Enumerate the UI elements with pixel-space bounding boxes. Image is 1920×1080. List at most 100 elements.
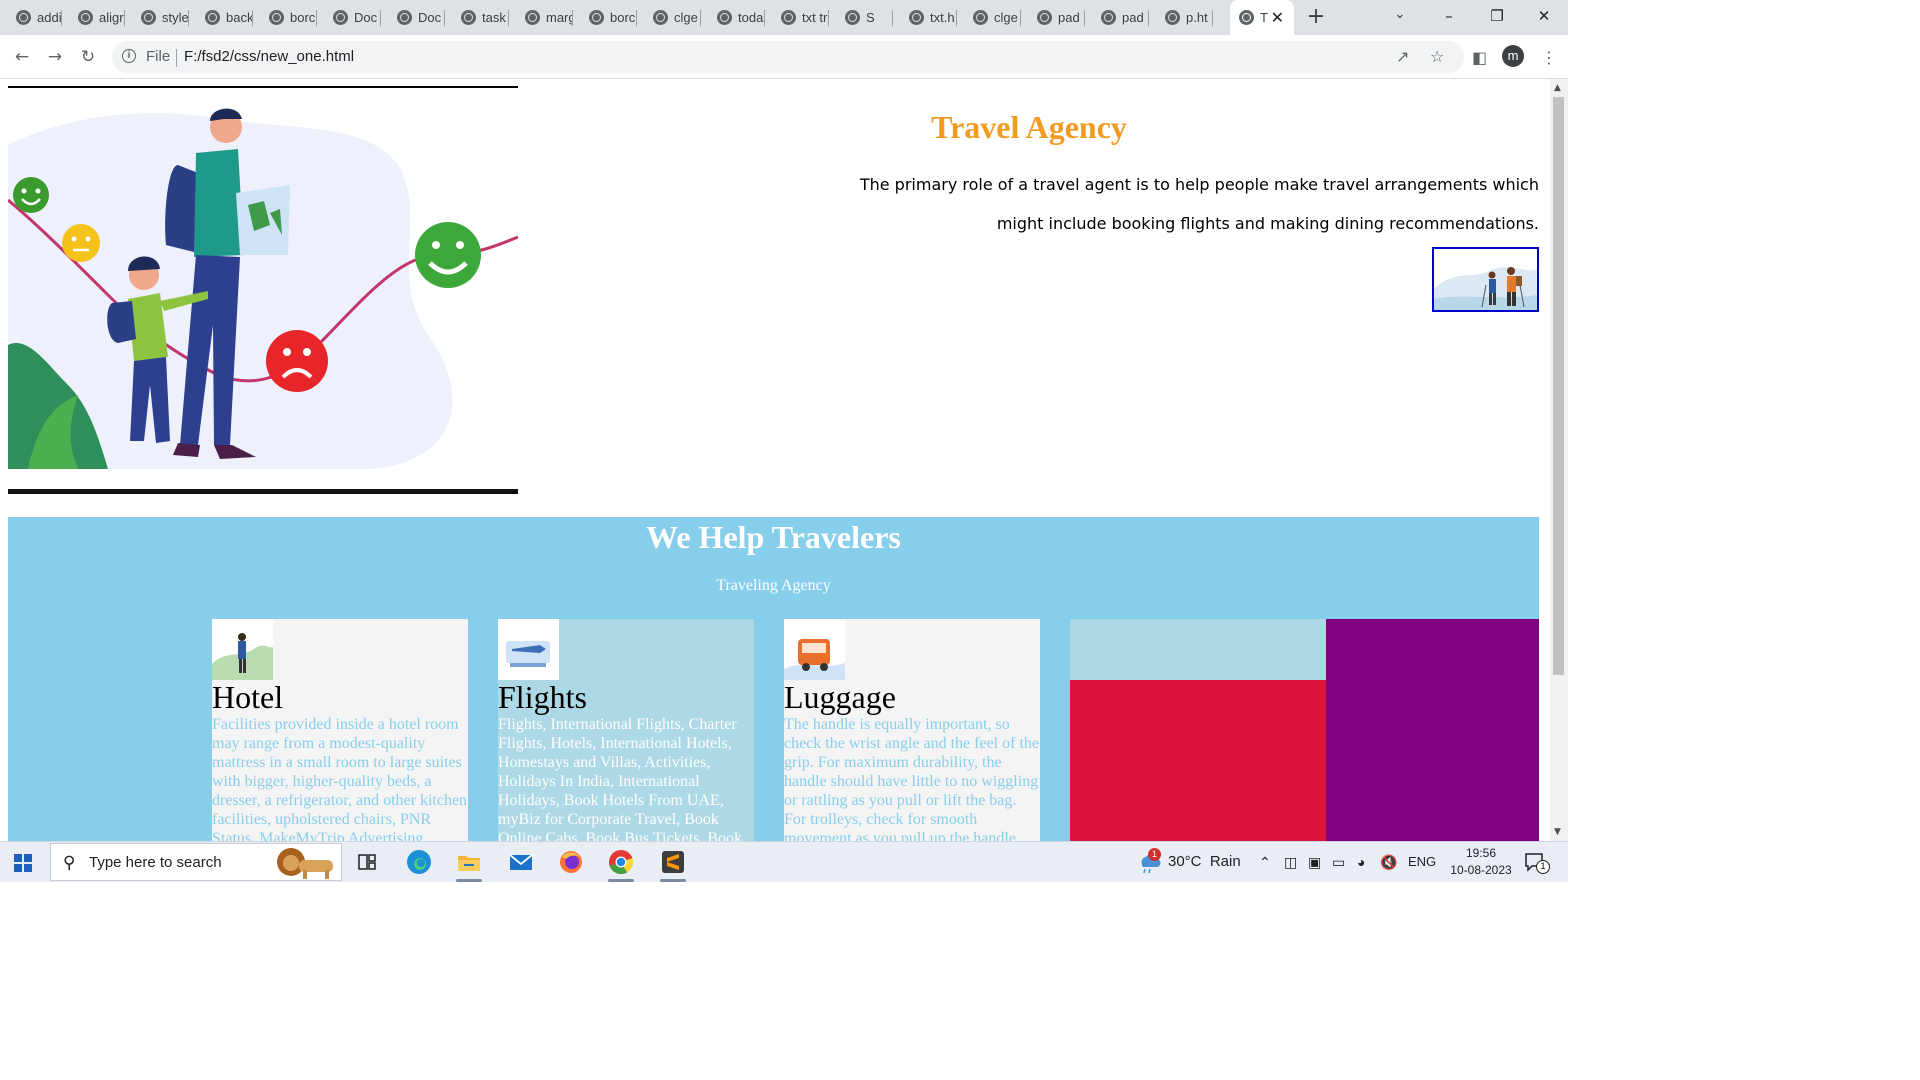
tab[interactable]: txt tr [765,0,829,35]
tab[interactable]: Doc [317,0,381,35]
band-heading: We Help Travelers [646,519,901,555]
taskbar-search[interactable]: ⚲ Type here to search [50,843,342,881]
scroll-up-arrow[interactable]: ▲ [1554,83,1561,93]
file-explorer-running-indicator [456,879,482,882]
language-indicator[interactable]: ENG [1408,854,1436,869]
tab[interactable]: borc [253,0,317,35]
tab-search-icon[interactable]: ⌄ [1394,6,1406,22]
page-title: Travel Agency [931,109,1127,145]
minimize-button[interactable]: – [1426,0,1472,35]
side-panel-icon[interactable]: ◧ [1472,48,1487,67]
show-hidden-icons-chevron-icon[interactable]: ⌃ [1259,854,1271,871]
globe-icon [1165,10,1180,25]
battery-icon[interactable]: ▭ [1332,854,1345,871]
tab-label: task [482,10,506,25]
tab-separator [1212,10,1213,26]
tab[interactable]: pad [1021,0,1085,35]
tab[interactable]: clge [637,0,701,35]
volume-muted-icon[interactable]: 🔇 [1380,854,1397,871]
site-info-icon[interactable]: i [122,49,136,63]
address-url[interactable]: F:/fsd2/css/new_one.html [184,48,354,65]
luggage-card: Luggage The handle is equally important,… [784,619,1040,841]
tab[interactable]: clge [957,0,1021,35]
tab-label: txt tr [802,10,828,25]
tab[interactable]: back [189,0,253,35]
clock[interactable]: 19:56 10-08-2023 [1448,845,1514,879]
notification-center-icon[interactable]: 1 [1524,852,1550,874]
flights-image [498,619,559,680]
flights-card: Flights Flights, International Flights, … [498,619,754,841]
clock-time: 19:56 [1465,846,1497,860]
mail-icon[interactable] [506,847,536,877]
chrome-icon[interactable] [606,847,636,882]
new-tab-button[interactable]: + [1304,4,1328,30]
forward-button[interactable]: → [43,45,67,69]
hotel-image [212,619,273,680]
close-window-button[interactable]: ✕ [1521,0,1567,35]
tab-label: txt.h [930,10,955,25]
network-icon[interactable]: ◕ [1357,854,1365,870]
share-icon[interactable]: ↗ [1396,47,1409,66]
address-bar[interactable]: i File F:/fsd2/css/new_one.html ↗ ☆ [112,41,1464,73]
task-view-icon[interactable] [352,847,382,877]
tab[interactable]: marg [509,0,573,35]
tab[interactable]: p.ht [1149,0,1213,35]
tab-label: marg [546,10,573,25]
globe-icon [141,10,156,25]
lion-search-highlight-icon [277,848,333,879]
tab[interactable]: addi [0,0,62,35]
tab-active[interactable]: T ✕ [1230,0,1294,35]
tab[interactable]: aligr [62,0,125,35]
start-button[interactable] [14,854,32,872]
meet-now-icon[interactable]: ◫ [1284,854,1297,871]
device-icon[interactable]: ▣ [1308,854,1321,871]
tab-label: addi [37,10,62,25]
taskbar-search-placeholder: Type here to search [89,854,222,871]
weather-alert-badge: 1 [1148,848,1161,861]
scroll-thumb[interactable] [1553,97,1564,675]
tab-label: borc [290,10,316,25]
tab[interactable]: borc [573,0,637,35]
band-subheading: Traveling Agency [716,577,831,594]
file-explorer-icon[interactable] [454,847,484,882]
scroll-down-arrow[interactable]: ▼ [1554,827,1561,837]
globe-icon [653,10,668,25]
globe-icon [461,10,476,25]
tab[interactable]: Doc [381,0,445,35]
tab[interactable]: task [445,0,509,35]
hotel-card-text: Facilities provided inside a hotel room … [212,716,468,841]
menu-kebab-icon[interactable]: ⋮ [1541,48,1557,67]
firefox-icon[interactable] [556,847,586,877]
bookmark-star-icon[interactable]: ☆ [1430,47,1444,66]
globe-icon [973,10,988,25]
flights-card-text: Flights, International Flights, Charter … [498,716,743,841]
edge-icon[interactable] [404,847,434,877]
page-scrollbar[interactable]: ▲ ▼ [1550,79,1568,841]
tab[interactable]: pad [1085,0,1149,35]
hikers-thumbnail-image [1434,267,1537,310]
tab-label: Doc [418,10,442,25]
globe-icon [525,10,540,25]
page-viewport: Travel Agency The primary role of a trav… [0,79,1550,841]
profile-avatar[interactable]: m [1502,45,1524,67]
flights-card-title: Flights [498,679,587,715]
tab-label: Doc [354,10,378,25]
sublime-text-icon[interactable] [658,847,688,882]
bottom-rule [8,489,518,494]
weather-text[interactable]: 30°C Rain [1168,853,1241,870]
address-separator [176,49,177,67]
hikers-thumbnail [1432,247,1539,312]
chrome-running-indicator [608,879,634,882]
close-tab-icon[interactable]: ✕ [1271,8,1284,28]
windows-taskbar: ⚲ Type here to search 1 30°C Rain ⌃ ◫ ▣ … [0,841,1568,882]
globe-icon [909,10,924,25]
luggage-card-text: The handle is equally important, so chec… [784,716,1039,841]
tab[interactable]: style [125,0,189,35]
tab[interactable]: toda [701,0,765,35]
tab-label: clge [994,10,1018,25]
reload-button[interactable]: ↻ [76,45,100,69]
tab[interactable]: S [829,0,893,35]
tab[interactable]: txt.h [893,0,957,35]
back-button[interactable]: ← [10,45,34,69]
restore-button[interactable]: ❐ [1474,0,1520,35]
